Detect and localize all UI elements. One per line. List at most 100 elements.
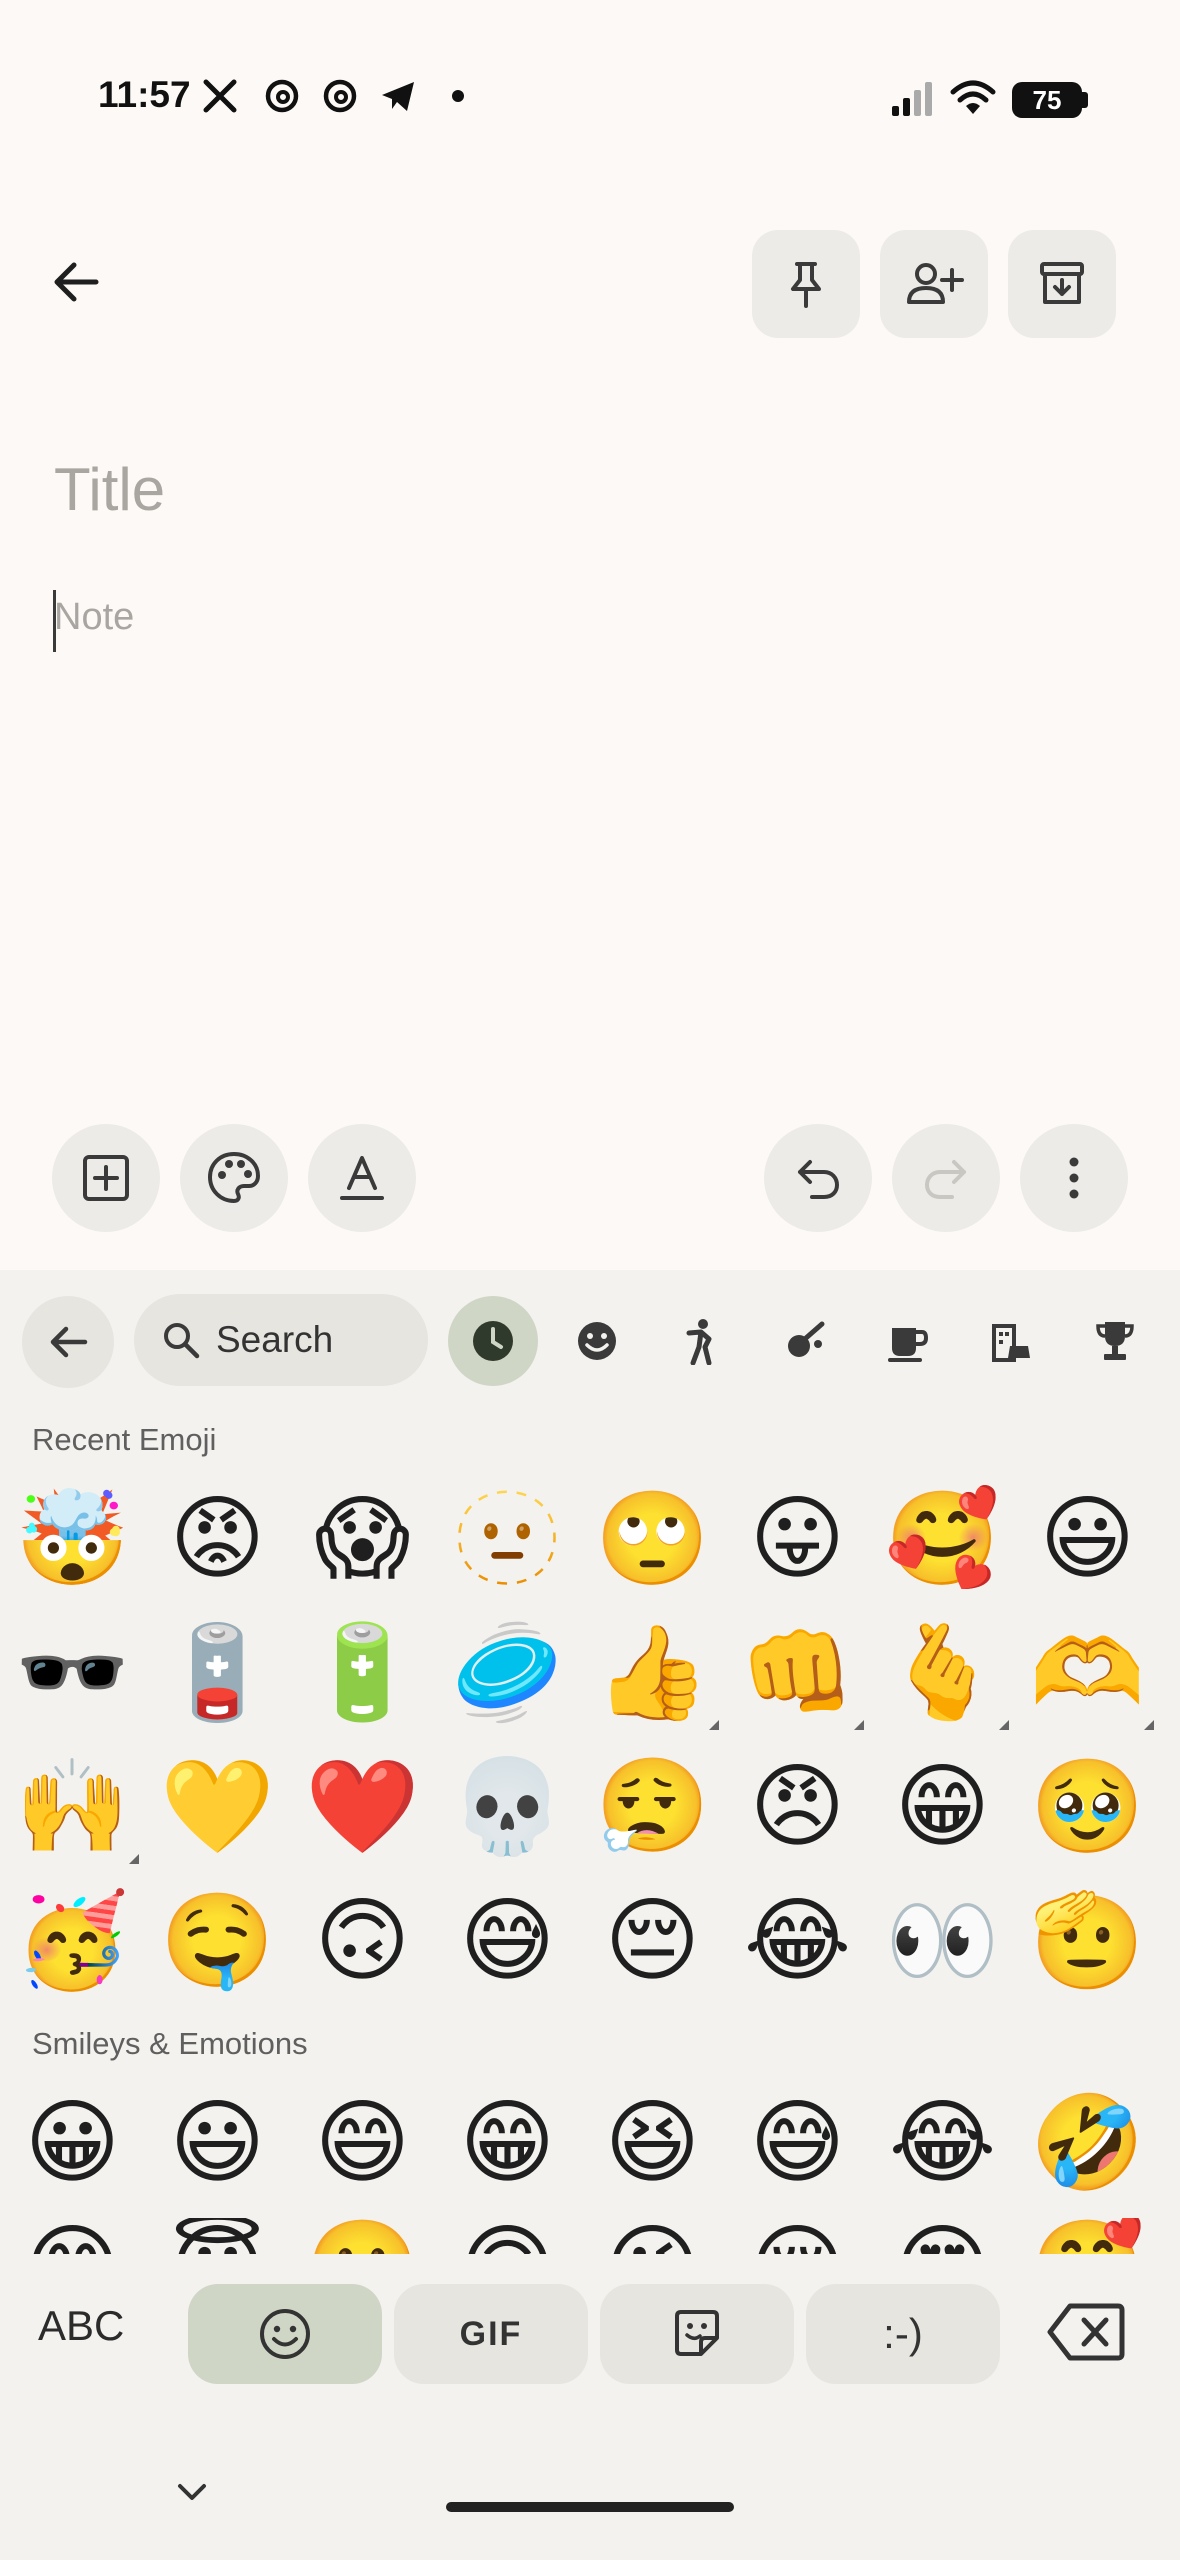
chevron-down-icon[interactable] [172,2478,212,2508]
emoji-key[interactable]: 🥹 [1015,1740,1160,1874]
emoji-key[interactable]: 😅 [435,1874,580,2008]
trophy-icon [1096,1322,1134,1360]
tab-recent[interactable] [448,1296,538,1386]
emoji-key[interactable]: 🙃 [290,1874,435,2008]
emoji-key[interactable]: 😠 [725,1740,870,1874]
tab-travel[interactable] [966,1296,1056,1386]
emoji-key[interactable]: 😃 [145,2076,290,2210]
arrow-back-icon[interactable] [46,252,106,312]
smileys-partial-row: 😊😇🙂🙃😉😌😍🥰 [0,2218,1180,2255]
sticker-mode-button[interactable] [600,2284,794,2384]
smiley-icon [260,2309,310,2359]
search-label: Search [216,1319,334,1360]
emoji-key[interactable]: 👀 [870,1874,1015,2008]
text-format-button[interactable] [308,1124,416,1232]
emoji-search-field[interactable]: Search [134,1294,428,1386]
title-input[interactable]: Title [54,455,165,524]
emoji-back-button[interactable] [22,1296,114,1388]
emoji-key[interactable]: 💛 [145,1740,290,1874]
emoji-key[interactable]: 😀 [0,2076,145,2210]
emoji-key[interactable]: 💀 [435,1740,580,1874]
emoji-key[interactable]: 🕶️ [0,1606,145,1740]
battery-icon: 75 [1012,82,1082,118]
emoji-key[interactable]: 😁 [870,1740,1015,1874]
archive-icon [1040,262,1084,304]
pin-icon [791,262,821,308]
emoji-mode-button[interactable] [188,2284,382,2384]
emoji-key[interactable]: 🫶 [1015,1606,1160,1740]
emoji-key[interactable]: ❤️ [290,1740,435,1874]
travel-icon [992,1324,1030,1362]
emoji-key[interactable]: 🔋 [290,1606,435,1740]
emoji-key[interactable]: 🫰 [870,1606,1015,1740]
tab-smileys[interactable] [552,1296,642,1386]
emoji-key[interactable]: 😛 [725,1472,870,1606]
emoji-key[interactable]: 🥳 [0,1874,145,2008]
pin-button[interactable] [752,230,860,338]
emoticon-label: :-) [883,2310,923,2357]
more-vert-icon [1069,1157,1079,1199]
emoji-key[interactable]: 🫡 [1015,1874,1160,2008]
smileys-icon [578,1322,616,1360]
redo-button[interactable] [892,1124,1000,1232]
redo-icon [925,1160,966,1199]
emoji-key[interactable]: 👍 [580,1606,725,1740]
emoji-key[interactable]: 🙃 [435,2218,580,2255]
people-icon [686,1319,712,1365]
emoji-key[interactable]: 😌 [725,2218,870,2255]
emoji-key[interactable]: 🙌 [0,1740,145,1874]
emoji-key[interactable]: 🤣 [1015,2076,1160,2210]
emoji-key[interactable]: 🙄 [580,1472,725,1606]
tab-food[interactable] [862,1296,952,1386]
backspace-icon[interactable] [1046,2300,1126,2364]
emoji-key[interactable]: 😡 [145,1472,290,1606]
emoji-key[interactable]: 😄 [290,2076,435,2210]
emoji-key[interactable]: 👊 [725,1606,870,1740]
emoji-key[interactable]: 😂 [725,1874,870,2008]
emoji-key[interactable]: 🥰 [870,1472,1015,1606]
signal-icon [892,82,932,116]
tab-activities[interactable] [760,1296,850,1386]
emoticon-mode-button[interactable]: :-) [806,2284,1000,2384]
emoji-key[interactable]: 😉 [580,2218,725,2255]
emoji-key[interactable]: 😃 [1015,1472,1160,1606]
emoji-key[interactable]: 😇 [145,2218,290,2255]
emoji-key[interactable]: 😍 [870,2218,1015,2255]
undo-button[interactable] [764,1124,872,1232]
status-time: 11:57 [98,74,191,115]
palette-icon [207,1151,261,1204]
emoji-key[interactable]: 🙂 [290,2218,435,2255]
emoji-key[interactable]: 😅 [725,2076,870,2210]
emoji-key[interactable]: 😱 [290,1472,435,1606]
dot-icon [452,90,464,102]
food-icon [888,1328,929,1362]
sticker-icon [675,2310,719,2356]
add-collaborator-button[interactable] [880,230,988,338]
tab-objects[interactable] [1070,1296,1160,1386]
emoji-key[interactable]: 🪫 [145,1606,290,1740]
emoji-key[interactable]: 😮‍💨 [580,1740,725,1874]
add-content-button[interactable] [52,1124,160,1232]
emoji-key[interactable]: 😊 [0,2218,145,2255]
emoji-key[interactable]: 🤯 [0,1472,145,1606]
emoji-key[interactable]: 😂 [870,2076,1015,2210]
emoji-key[interactable]: 🥏 [435,1606,580,1740]
battery-tip [1082,92,1088,108]
emoji-key[interactable]: 😔 [580,1874,725,2008]
gif-mode-button[interactable]: GIF [394,2284,588,2384]
text-format-icon [340,1156,384,1200]
more-options-button[interactable] [1020,1124,1128,1232]
emoji-key[interactable]: 😆 [580,2076,725,2210]
emoji-key[interactable]: 😁 [435,2076,580,2210]
emoji-key[interactable]: 🫥 [435,1472,580,1606]
text-cursor [53,590,56,652]
emoji-key[interactable]: 🤤 [145,1874,290,2008]
tab-people[interactable] [656,1296,746,1386]
background-color-button[interactable] [180,1124,288,1232]
note-input[interactable]: Note [54,596,134,639]
emoji-key[interactable]: 🥰 [1015,2218,1160,2255]
abc-key[interactable]: ABC [38,2302,124,2350]
undo-icon [798,1160,839,1199]
archive-button[interactable] [1008,230,1116,338]
arrow-back-icon [50,1326,88,1358]
